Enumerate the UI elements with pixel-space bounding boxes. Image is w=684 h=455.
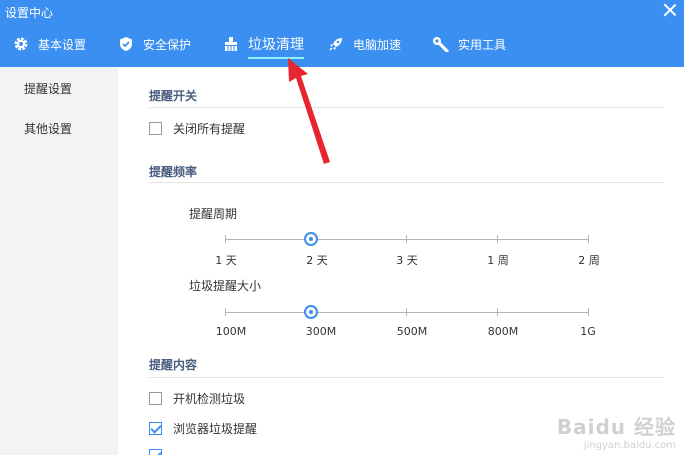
header-bar: 设置中心 基本设置 安全保护 垃圾清理 电脑加速 实用工具	[0, 0, 684, 67]
checkbox-box[interactable]	[149, 422, 162, 435]
wrench-icon	[432, 35, 450, 53]
slider-tick	[588, 308, 589, 316]
size-label: 垃圾提醒大小	[189, 279, 262, 293]
size-option: 1G	[580, 325, 596, 338]
section-title-frequency: 提醒频率	[149, 165, 198, 179]
rocket-icon	[327, 35, 345, 53]
close-icon[interactable]	[662, 2, 678, 18]
slider-tick	[406, 235, 407, 243]
section-title-switch: 提醒开关	[149, 89, 198, 103]
section-title-content: 提醒内容	[149, 358, 198, 372]
gear-icon	[12, 35, 30, 53]
tab-speedup[interactable]: 电脑加速	[327, 30, 401, 58]
annotation-arrow	[288, 58, 330, 164]
sidebar: 提醒设置 其他设置	[0, 67, 118, 455]
period-option: 2 天	[306, 254, 328, 267]
section-divider	[149, 377, 664, 378]
slider-tick	[225, 308, 226, 316]
checkbox-label: 浏览器垃圾提醒	[173, 422, 258, 436]
period-option: 2 周	[578, 254, 600, 267]
window-title: 设置中心	[5, 6, 54, 20]
tab-label: 实用工具	[458, 37, 507, 52]
period-option: 1 周	[487, 254, 509, 267]
tab-label: 垃圾清理	[248, 37, 304, 53]
size-option: 800M	[487, 325, 519, 338]
period-label: 提醒周期	[189, 207, 238, 221]
section-divider	[149, 107, 664, 108]
tab-junk-cleanup[interactable]: 垃圾清理	[222, 30, 304, 58]
watermark: Baidu 经验 jingyan.baidu.com	[557, 411, 676, 451]
close-all-reminders-checkbox[interactable]: 关闭所有提醒	[149, 120, 245, 137]
tab-basic-settings[interactable]: 基本设置	[12, 30, 86, 58]
size-option: 100M	[215, 325, 247, 338]
period-slider-handle[interactable]	[304, 232, 318, 246]
size-option: 500M	[396, 325, 428, 338]
watermark-logo: Baidu 经验	[556, 415, 676, 439]
tab-utilities[interactable]: 实用工具	[432, 30, 506, 58]
tab-security[interactable]: 安全保护	[117, 30, 191, 58]
checkbox-label: 开机检测垃圾	[173, 392, 246, 406]
tab-label: 电脑加速	[353, 37, 402, 52]
size-slider-handle[interactable]	[304, 305, 318, 319]
checkbox-box[interactable]	[149, 122, 162, 135]
browser-junk-reminder-checkbox[interactable]: 浏览器垃圾提醒	[149, 420, 257, 437]
slider-tick	[406, 308, 407, 316]
period-option: 3 天	[396, 254, 418, 267]
watermark-url: jingyan.baidu.com	[583, 440, 676, 451]
slider-tick	[497, 235, 498, 243]
sidebar-item-other-settings[interactable]: 其他设置	[24, 120, 72, 137]
checkbox-box[interactable]	[149, 392, 162, 405]
slider-tick	[225, 235, 226, 243]
size-option: 300M	[305, 325, 337, 338]
section-divider	[149, 182, 664, 183]
startup-scan-checkbox[interactable]: 开机检测垃圾	[149, 390, 245, 407]
broom-icon	[222, 35, 240, 53]
checkbox-box[interactable]	[149, 449, 162, 455]
sidebar-item-reminder-settings[interactable]: 提醒设置	[24, 80, 72, 97]
slider-tick	[497, 308, 498, 316]
period-option: 1 天	[215, 254, 237, 267]
partial-checkbox-row[interactable]	[149, 449, 173, 455]
tab-label: 安全保护	[143, 37, 192, 52]
tab-label: 基本设置	[38, 37, 87, 52]
shield-icon	[117, 35, 135, 53]
checkbox-label: 关闭所有提醒	[173, 122, 246, 136]
slider-tick	[588, 235, 589, 243]
